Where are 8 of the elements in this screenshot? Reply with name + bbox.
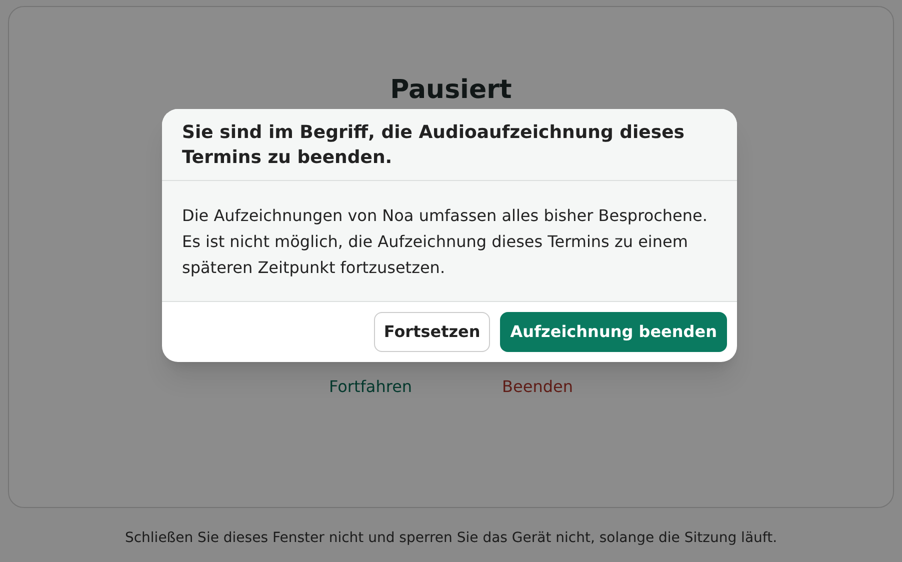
footer-note: Schließen Sie dieses Fenster nicht und sperren Sie das Gerät nicht, solange die Sitzung läuft. [124, 529, 778, 548]
resume-label: Fortfahren [328, 376, 412, 398]
continue-button[interactable]: Fortsetzen [374, 312, 490, 352]
dialog-title: Sie sind im Begriff, die Audioaufzeichnung dieses Termins zu beenden. [182, 121, 686, 170]
stop-label: Beenden [502, 376, 573, 398]
end-recording-button[interactable]: Aufzeichnung beenden [500, 312, 727, 352]
status-title: Pausiert [390, 74, 512, 107]
dialog-message: Die Aufzeichnungen von Noa umfassen alles bisher Besprochene. Es ist nicht möglich, die Aufzeichnung dieses Termins zu einem späteren Zeitpunkt fortzusetzen. [182, 205, 708, 279]
